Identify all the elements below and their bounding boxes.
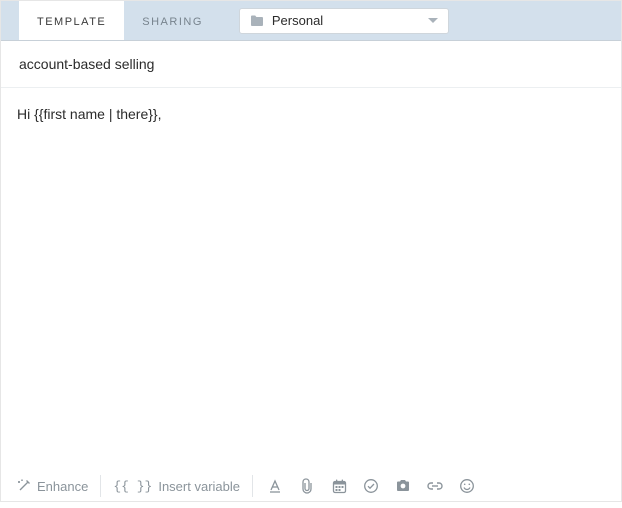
emoji-icon[interactable] [457,476,477,496]
tab-sharing[interactable]: Sharing [124,1,221,40]
camera-icon[interactable] [393,476,413,496]
magic-wand-icon [17,479,31,493]
folder-label: Personal [272,13,420,28]
editor-toolbar: Enhance {{ }} Insert variable [1,464,621,508]
format-icon-group [265,476,477,496]
subject-row [1,41,621,88]
folder-icon [250,15,264,27]
enhance-button[interactable]: Enhance [17,479,88,494]
body-text: Hi {{first name | there}}, [17,106,162,122]
enhance-label: Enhance [37,479,88,494]
link-icon[interactable] [425,476,445,496]
editor-header: Template Sharing Personal [1,1,621,41]
insert-variable-button[interactable]: {{ }} Insert variable [113,479,240,494]
toolbar-divider [252,475,253,497]
check-circle-icon[interactable] [361,476,381,496]
folder-select[interactable]: Personal [239,8,449,34]
tab-label: Template [37,16,106,28]
toolbar-divider [100,475,101,497]
body-editor[interactable]: Hi {{first name | there}}, [1,88,621,464]
braces-icon: {{ }} [113,479,152,494]
tab-label: Sharing [142,16,203,28]
attachment-icon[interactable] [297,476,317,496]
tab-template[interactable]: Template [19,1,124,40]
tab-bar: Template Sharing [1,1,221,40]
text-format-icon[interactable] [265,476,285,496]
calendar-icon[interactable] [329,476,349,496]
chevron-down-icon [428,18,438,24]
insert-variable-label: Insert variable [158,479,240,494]
subject-input[interactable] [17,55,605,73]
